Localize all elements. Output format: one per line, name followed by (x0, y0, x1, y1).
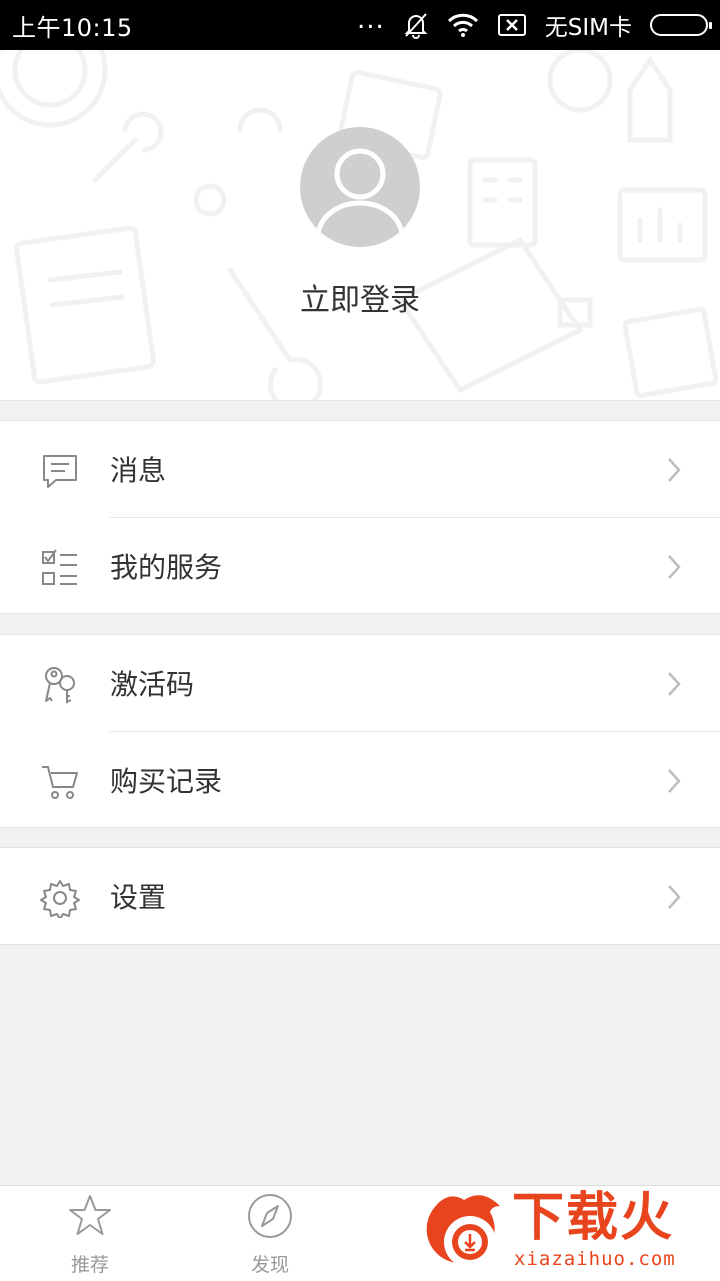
tab-discover[interactable]: 发现 (180, 1186, 360, 1281)
more-notifications-icon: ... (356, 5, 385, 35)
tab-recommend[interactable]: 推荐 (0, 1186, 180, 1281)
menu-item-label: 购买记录 (110, 765, 223, 798)
menu-item-label: 激活码 (110, 668, 195, 701)
keys-icon (45, 667, 75, 704)
menu-group-3: 设置 (0, 847, 720, 945)
menu-item-settings[interactable]: 设置 (0, 848, 720, 944)
watermark-logo: 下载火 xiazaihuo.com (426, 1186, 720, 1280)
status-time: 上午10:15 (12, 13, 133, 42)
watermark-subtitle: xiazaihuo.com (514, 1248, 676, 1270)
chevron-right-icon (668, 885, 681, 909)
menu-item-activation-code[interactable]: 激活码 (0, 635, 720, 731)
profile-header: 立即登录 (0, 50, 720, 401)
gear-icon (40, 880, 80, 918)
avatar[interactable] (300, 127, 420, 247)
tab-label: 发现 (250, 1254, 289, 1276)
menu-item-purchase-history[interactable]: 购买记录 (0, 732, 720, 828)
wifi-icon (447, 13, 478, 37)
chevron-right-icon (668, 458, 681, 482)
menu-group-2: 激活码 购买记录 (0, 634, 720, 828)
watermark-title: 下载火 (512, 1188, 675, 1248)
status-bar: 上午10:15 ... 无SIM卡 (0, 0, 720, 50)
chevron-right-icon (668, 769, 681, 793)
mute-bell-icon (404, 13, 428, 39)
star-icon (69, 1195, 111, 1235)
menu-group-1: 消息 我的服务 (0, 420, 720, 614)
no-sim-icon (497, 14, 526, 36)
tab-label: 推荐 (70, 1254, 109, 1276)
menu-item-my-services[interactable]: 我的服务 (0, 518, 720, 614)
status-icons: ... 无SIM卡 (356, 5, 712, 42)
default-avatar-icon (315, 148, 405, 238)
cart-icon (42, 766, 78, 799)
chevron-right-icon (668, 672, 681, 696)
battery-icon (650, 14, 712, 36)
sim-status-text: 无SIM卡 (544, 15, 632, 41)
menu-item-messages[interactable]: 消息 (0, 421, 720, 517)
compass-icon (248, 1194, 292, 1238)
message-icon (43, 455, 77, 488)
chevron-right-icon (668, 555, 681, 579)
checklist-icon (42, 549, 77, 585)
flame-download-icon (426, 1195, 500, 1268)
menu-item-label: 设置 (110, 881, 167, 914)
menu-item-label: 我的服务 (110, 551, 223, 584)
login-link[interactable]: 立即登录 (0, 275, 720, 319)
menu-item-label: 消息 (110, 454, 167, 487)
